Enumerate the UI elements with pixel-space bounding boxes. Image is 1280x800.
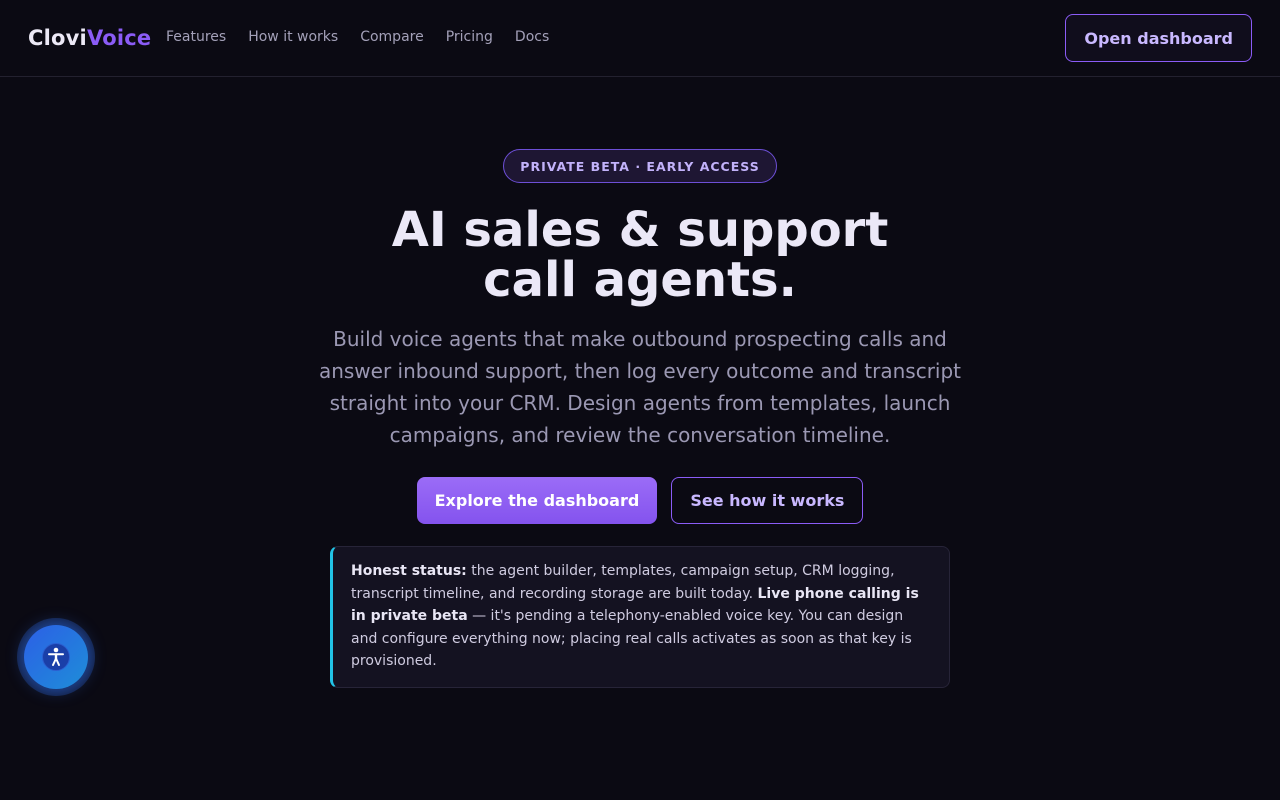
open-dashboard-button[interactable]: Open dashboard bbox=[1065, 14, 1252, 62]
top-nav: CloviVoice Features How it works Compare… bbox=[0, 0, 1280, 77]
hero-subtitle: Build voice agents that make outbound pr… bbox=[318, 327, 962, 447]
hero-title-line1: AI sales & support bbox=[391, 202, 889, 258]
accessibility-icon bbox=[42, 643, 70, 671]
nav-link-pricing[interactable]: Pricing bbox=[446, 29, 493, 45]
explore-dashboard-button[interactable]: Explore the dashboard bbox=[416, 477, 658, 524]
hero-title: AI sales & support call agents. bbox=[340, 205, 940, 305]
brand-name-part1: Clovi bbox=[28, 26, 87, 50]
hero-actions: Explore the dashboard See how it works bbox=[416, 477, 864, 524]
see-how-it-works-button[interactable]: See how it works bbox=[671, 477, 864, 524]
hero-section: PRIVATE BETA · EARLY ACCESS AI sales & s… bbox=[0, 77, 1280, 688]
beta-badge: PRIVATE BETA · EARLY ACCESS bbox=[503, 149, 777, 183]
hero-title-line2: call agents. bbox=[483, 252, 797, 308]
nav-link-compare[interactable]: Compare bbox=[360, 29, 424, 45]
brand-logo[interactable]: CloviVoice bbox=[28, 26, 151, 50]
status-notice: Honest status: the agent builder, templa… bbox=[330, 546, 950, 688]
brand-name-part2: Voice bbox=[86, 26, 152, 50]
nav-links: Features How it works Compare Pricing Do… bbox=[166, 29, 549, 45]
nav-link-how-it-works[interactable]: How it works bbox=[248, 29, 338, 45]
accessibility-button[interactable] bbox=[17, 618, 95, 696]
accessibility-button-inner bbox=[24, 625, 88, 689]
nav-link-docs[interactable]: Docs bbox=[515, 29, 549, 45]
nav-link-features[interactable]: Features bbox=[166, 29, 226, 45]
status-label: Honest status: bbox=[351, 563, 467, 579]
